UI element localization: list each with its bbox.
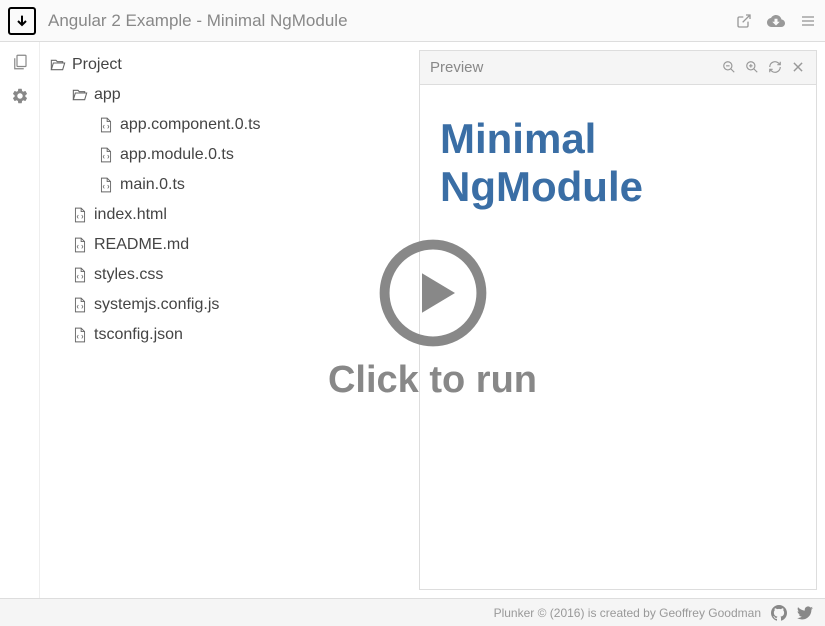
- tree-file[interactable]: app.module.0.ts: [50, 140, 409, 170]
- toolbar-actions: [735, 12, 817, 30]
- menu-icon[interactable]: [799, 12, 817, 30]
- zoom-out-icon[interactable]: [722, 60, 737, 75]
- preview-text-line1: Minimal: [440, 115, 596, 162]
- refresh-icon[interactable]: [768, 60, 783, 75]
- file-code-icon: [72, 207, 88, 223]
- file-code-icon: [72, 237, 88, 253]
- tree-folder-app[interactable]: app: [50, 80, 409, 110]
- folder-open-icon: [72, 87, 88, 103]
- file-code-icon: [98, 177, 114, 193]
- zoom-in-icon[interactable]: [745, 60, 760, 75]
- tree-label: Project: [72, 56, 122, 74]
- tree-file[interactable]: systemjs.config.js: [50, 290, 409, 320]
- tree-file[interactable]: tsconfig.json: [50, 320, 409, 350]
- github-icon[interactable]: [771, 605, 787, 621]
- close-icon[interactable]: [791, 60, 806, 75]
- tree-label: index.html: [94, 206, 167, 224]
- file-code-icon: [98, 147, 114, 163]
- toolbar: Angular 2 Example - Minimal NgModule: [0, 0, 825, 42]
- gear-icon[interactable]: [10, 86, 30, 106]
- preview-actions: [722, 60, 806, 75]
- plunker-logo[interactable]: [8, 7, 36, 35]
- tree-file[interactable]: README.md: [50, 230, 409, 260]
- tree-file[interactable]: index.html: [50, 200, 409, 230]
- preview-label: Preview: [430, 59, 722, 76]
- twitter-icon[interactable]: [797, 605, 813, 621]
- footer-text: Plunker © (2016) is created by Geoffrey …: [494, 606, 761, 620]
- tree-label: systemjs.config.js: [94, 296, 219, 314]
- footer: Plunker © (2016) is created by Geoffrey …: [0, 598, 825, 626]
- external-link-icon[interactable]: [735, 12, 753, 30]
- preview-heading: Minimal NgModule: [440, 115, 796, 212]
- tree-file[interactable]: styles.css: [50, 260, 409, 290]
- preview-header: Preview: [420, 51, 816, 85]
- file-tree: Project app app.component.0.ts app.module…: [40, 42, 419, 598]
- file-code-icon: [72, 297, 88, 313]
- file-code-icon: [98, 117, 114, 133]
- file-code-icon: [72, 327, 88, 343]
- folder-open-icon: [50, 57, 66, 73]
- tree-label: app: [94, 86, 121, 104]
- cloud-download-icon[interactable]: [767, 12, 785, 30]
- tree-file[interactable]: main.0.ts: [50, 170, 409, 200]
- play-button[interactable]: [378, 238, 488, 351]
- preview-text-line2: NgModule: [440, 163, 643, 210]
- tree-label: app.component.0.ts: [120, 116, 261, 134]
- tree-file[interactable]: app.component.0.ts: [50, 110, 409, 140]
- files-icon[interactable]: [10, 52, 30, 72]
- tree-label: main.0.ts: [120, 176, 185, 194]
- sidebar: [0, 42, 40, 598]
- file-code-icon: [72, 267, 88, 283]
- page-title: Angular 2 Example - Minimal NgModule: [48, 11, 735, 31]
- tree-label: tsconfig.json: [94, 326, 183, 344]
- tree-label: README.md: [94, 236, 189, 254]
- tree-label: styles.css: [94, 266, 163, 284]
- tree-label: app.module.0.ts: [120, 146, 234, 164]
- tree-folder-root[interactable]: Project: [50, 50, 409, 80]
